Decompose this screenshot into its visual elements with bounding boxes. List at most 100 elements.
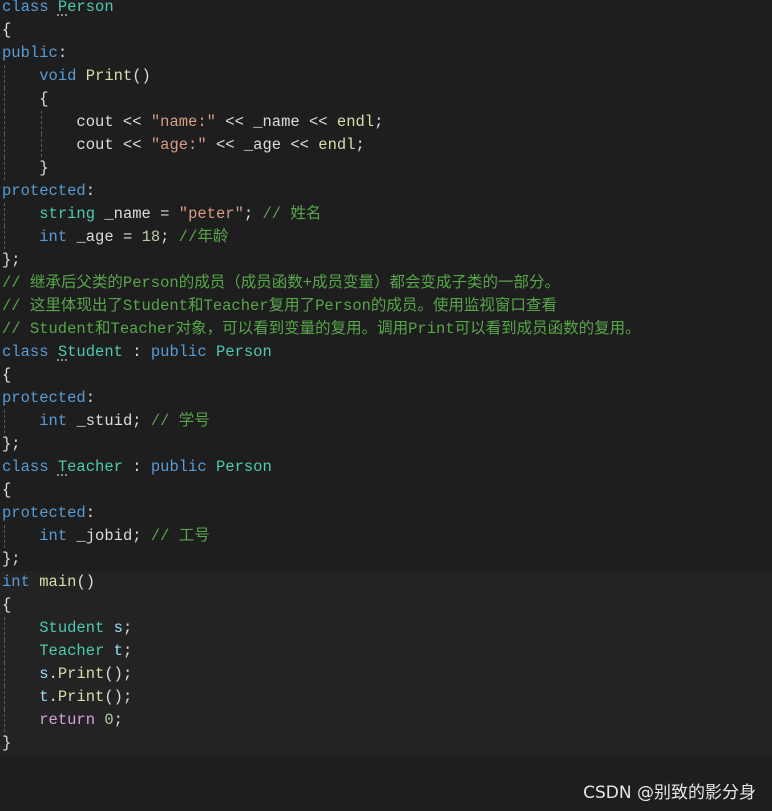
variable-token: t: [113, 642, 123, 660]
keyword-token: int: [39, 228, 77, 246]
code-text: {: [2, 90, 49, 108]
indent-guide: [4, 203, 5, 226]
function-token: endl: [336, 113, 375, 131]
keyword-token: class: [2, 458, 58, 476]
code-text: << _age <<: [206, 136, 319, 154]
code-line[interactable]: }: [0, 732, 772, 755]
code-text: .: [48, 665, 58, 683]
code-text: :: [85, 504, 96, 522]
number-token: 18: [141, 228, 161, 246]
code-line[interactable]: cout << "name:" << _name << endl;: [0, 111, 772, 134]
keyword-token: protected: [2, 389, 86, 407]
comment-token: // 这里体现出了Student和Teacher复用了Person的成员。使用监…: [2, 297, 557, 315]
code-line[interactable]: {: [0, 88, 772, 111]
comment-token: // 工号: [150, 527, 210, 545]
code-text: {: [2, 481, 12, 499]
code-text: :: [85, 182, 96, 200]
indent-guide: [4, 134, 5, 157]
code-text: ();: [104, 688, 133, 706]
code-text: ;: [160, 228, 179, 246]
code-text: ;: [122, 619, 133, 637]
type-token: Student: [39, 619, 114, 637]
code-line[interactable]: int main(): [0, 571, 772, 594]
code-line[interactable]: class Student : public Person: [0, 341, 772, 364]
code-text: ;: [113, 711, 123, 729]
code-text: };: [2, 251, 21, 269]
code-text: :: [122, 343, 151, 361]
code-line[interactable]: int _stuid; // 学号: [0, 410, 772, 433]
indent-guide: [4, 88, 5, 111]
code-line[interactable]: class Teacher : public Person: [0, 456, 772, 479]
code-line[interactable]: // 这里体现出了Student和Teacher复用了Person的成员。使用监…: [0, 295, 772, 318]
indent-guide: [41, 111, 42, 134]
indent-guide: [4, 111, 5, 134]
keyword-token: class: [2, 0, 58, 16]
comment-token: // 学号: [150, 412, 210, 430]
code-line[interactable]: s.Print();: [0, 663, 772, 686]
code-line[interactable]: };: [0, 433, 772, 456]
indent-guide: [4, 410, 5, 433]
code-line[interactable]: Teacher t;: [0, 640, 772, 663]
function-token: main: [39, 573, 77, 591]
comment-token: // 继承后父类的Person的成员（成员函数+成员变量）都会变成子类的一部分。: [2, 274, 561, 292]
code-editor[interactable]: class Person{public: void Print() { cout…: [0, 0, 772, 755]
code-text: ;: [243, 205, 263, 223]
indent-guide: [41, 134, 42, 157]
indent-guide: [4, 157, 5, 180]
code-text: ;: [122, 642, 133, 660]
code-line[interactable]: class Person: [0, 0, 772, 19]
type-token: Person: [215, 343, 272, 361]
string-token: "age:": [150, 136, 207, 154]
type-token: string: [39, 205, 105, 223]
code-line[interactable]: {: [0, 19, 772, 42]
type-token: Student: [57, 343, 123, 361]
indent-guide: [4, 709, 5, 732]
variable-token: s: [113, 619, 123, 637]
code-line[interactable]: t.Print();: [0, 686, 772, 709]
code-line[interactable]: // 继承后父类的Person的成员（成员函数+成员变量）都会变成子类的一部分。: [0, 272, 772, 295]
code-line[interactable]: int _jobid; // 工号: [0, 525, 772, 548]
indent-guide: [4, 663, 5, 686]
code-text: _stuid;: [76, 412, 151, 430]
code-line[interactable]: };: [0, 249, 772, 272]
variable-token: t: [39, 688, 49, 706]
type-token: Person: [57, 0, 114, 16]
code-line[interactable]: protected:: [0, 387, 772, 410]
code-line[interactable]: string _name = "peter"; // 姓名: [0, 203, 772, 226]
keyword-token: protected: [2, 504, 86, 522]
type-token: Teacher: [57, 458, 123, 476]
string-token: "peter": [178, 205, 244, 223]
code-line[interactable]: }: [0, 157, 772, 180]
code-line[interactable]: {: [0, 479, 772, 502]
code-line[interactable]: };: [0, 548, 772, 571]
code-text: cout <<: [76, 136, 151, 154]
code-line[interactable]: protected:: [0, 180, 772, 203]
keyword-token: int: [39, 412, 77, 430]
code-line[interactable]: protected:: [0, 502, 772, 525]
keyword-token: int: [39, 527, 77, 545]
indent-guide: [4, 65, 5, 88]
code-line[interactable]: void Print(): [0, 65, 772, 88]
code-line[interactable]: int _age = 18; //年龄: [0, 226, 772, 249]
code-text: :: [85, 389, 96, 407]
code-line[interactable]: return 0;: [0, 709, 772, 732]
keyword-token: class: [2, 343, 58, 361]
code-text: ();: [104, 665, 133, 683]
code-text: cout <<: [76, 113, 151, 131]
code-line[interactable]: public:: [0, 42, 772, 65]
keyword-token: public: [150, 343, 216, 361]
indent-guide: [4, 686, 5, 709]
comment-token: // 姓名: [262, 205, 322, 223]
code-line[interactable]: cout << "age:" << _age << endl;: [0, 134, 772, 157]
code-line[interactable]: Student s;: [0, 617, 772, 640]
code-line[interactable]: {: [0, 364, 772, 387]
code-line[interactable]: {: [0, 594, 772, 617]
code-line[interactable]: // Student和Teacher对象，可以看到变量的复用。调用Print可以…: [0, 318, 772, 341]
